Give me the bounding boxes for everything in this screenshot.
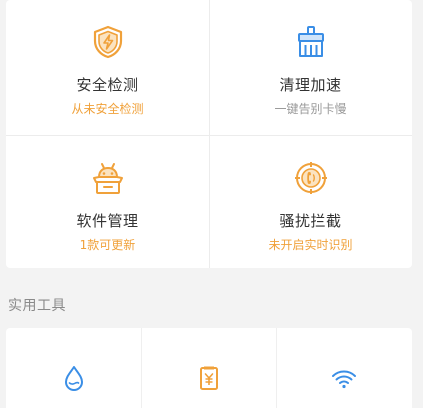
security-features-card: 安全检测 从未安全检测 清理加速 一键告别卡慢 软件管理 1款可更新 骚扰拦截 … [6, 0, 412, 268]
tool-wifi[interactable] [276, 328, 411, 408]
shield-lightning-icon [93, 25, 122, 59]
android-box-icon [92, 163, 123, 194]
phone-target-icon [294, 162, 327, 194]
tool-water[interactable] [6, 328, 141, 408]
tools-panel [6, 328, 412, 408]
features-grid: 安全检测 从未安全检测 清理加速 一键告别卡慢 软件管理 1款可更新 骚扰拦截 … [6, 0, 412, 268]
water-drop-icon [64, 366, 83, 391]
feature-subtitle: 一键告别卡慢 [274, 102, 347, 116]
feature-title: 软件管理 [76, 212, 139, 230]
feature-title: 清理加速 [279, 76, 342, 94]
feature-cleanup-speedup[interactable]: 清理加速 一键告别卡慢 [209, 0, 412, 134]
wifi-icon [331, 370, 356, 389]
feature-title: 骚扰拦截 [279, 212, 342, 230]
feature-subtitle: 未开启实时识别 [268, 238, 353, 252]
tool-bill[interactable] [141, 328, 276, 408]
feature-harassment-blocking[interactable]: 骚扰拦截 未开启实时识别 [209, 136, 412, 268]
feature-subtitle: 1款可更新 [79, 238, 136, 252]
feature-subtitle: 从未安全检测 [71, 102, 144, 116]
broom-icon [297, 26, 324, 57]
feature-security-scan[interactable]: 安全检测 从未安全检测 [6, 0, 209, 134]
feature-title: 安全检测 [76, 76, 139, 94]
yuan-receipt-icon [199, 366, 218, 390]
tools-section-title: 实用工具 [8, 298, 66, 314]
feature-software-management[interactable]: 软件管理 1款可更新 [6, 136, 209, 268]
